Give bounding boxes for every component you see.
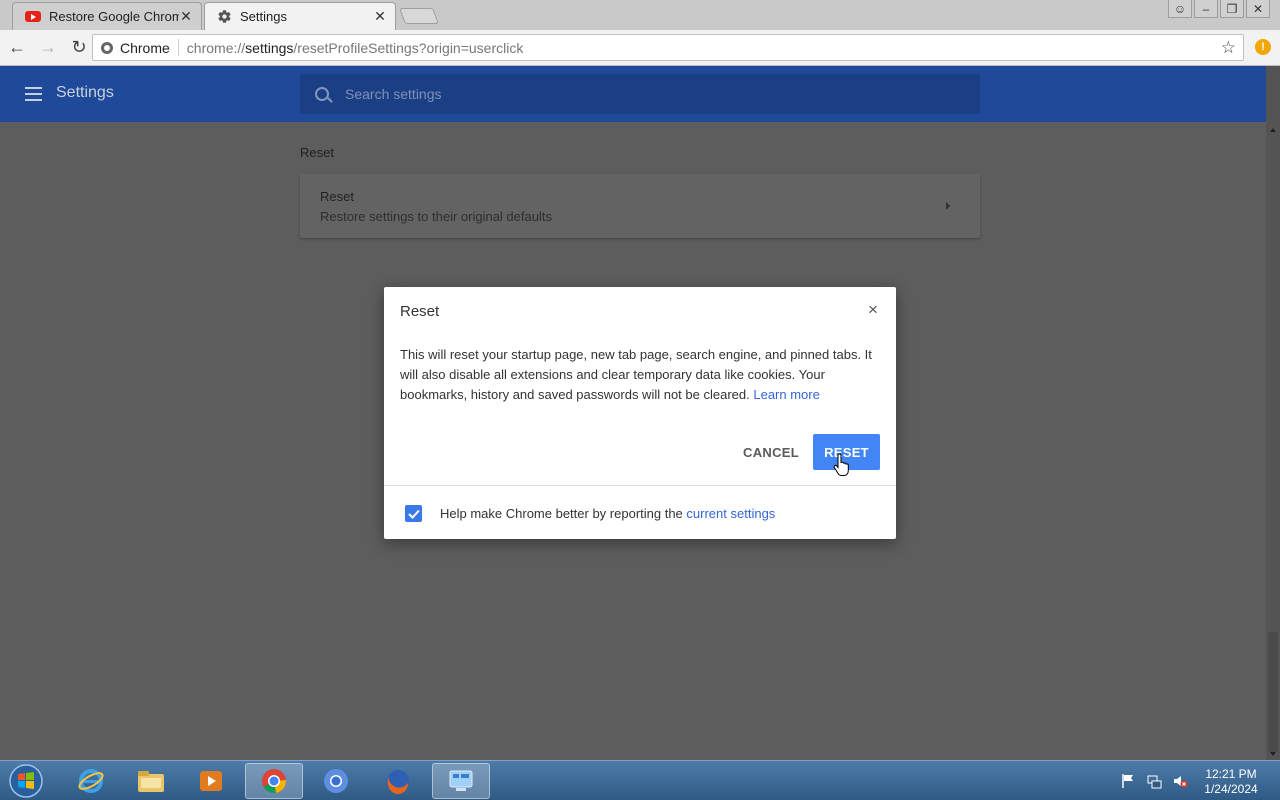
folder-icon [138,771,164,792]
taskbar-media-player[interactable] [182,763,240,799]
scroll-up-icon[interactable] [1270,128,1276,132]
address-bar[interactable]: Chrome chrome://settings/resetProfileSet… [92,34,1244,61]
window-controls: ☺ – ❐ ✕ [1168,0,1270,18]
internet-explorer-icon [78,769,104,793]
chromium-icon [324,769,348,793]
taskbar: 12:21 PM 1/24/2024 [0,760,1280,800]
chrome-page-icon [101,41,113,54]
minimize-icon[interactable]: – [1194,0,1218,18]
tab-settings[interactable]: Settings ✕ [204,2,396,30]
tab-title: Restore Google Chrome [49,9,179,24]
new-tab-button[interactable] [399,8,439,24]
settings-header: Settings [0,66,1266,122]
taskbar-internet-explorer[interactable] [62,763,120,799]
network-icon[interactable] [1146,773,1162,789]
flag-icon[interactable] [1120,773,1136,789]
taskbar-chromium[interactable] [307,763,365,799]
start-button[interactable] [6,763,46,799]
clock-time: 12:21 PM [1205,767,1257,781]
search-icon [315,87,329,101]
control-panel-icon [449,770,473,791]
search-input[interactable] [345,86,945,102]
menu-icon[interactable] [25,87,42,105]
reset-settings-row[interactable]: Reset Restore settings to their original… [300,174,980,238]
scroll-down-icon[interactable] [1270,752,1276,756]
dialog-title: Reset [400,303,440,320]
browser-toolbar: ← → ↻ Chrome chrome://settings/resetProf… [0,30,1280,66]
system-tray [1120,773,1188,789]
chevron-right-icon [946,202,950,210]
scrollbar-thumb[interactable] [1268,632,1278,752]
reload-icon[interactable]: ↻ [65,34,93,62]
close-icon[interactable]: × [864,301,882,319]
report-checkbox[interactable] [405,505,422,522]
youtube-icon [25,11,41,22]
reset-row-subtitle: Restore settings to their original defau… [320,209,552,224]
bookmark-star-icon[interactable]: ☆ [1221,38,1236,58]
media-player-icon [200,771,222,791]
dialog-body: This will reset your startup page, new t… [400,345,876,405]
page-title: Settings [56,84,114,101]
url-text[interactable]: chrome://settings/resetProfileSettings?o… [179,40,1221,56]
clock-date: 1/24/2024 [1204,782,1258,796]
firefox-icon [387,770,409,794]
reset-row-title: Reset [320,189,354,204]
current-settings-link[interactable]: current settings [686,506,775,521]
restore-icon[interactable]: ❐ [1220,0,1244,18]
taskbar-chrome[interactable] [245,763,303,799]
windows-logo-icon [9,764,43,798]
hand-cursor-icon [833,453,849,476]
scrollbar[interactable] [1266,66,1280,760]
section-heading: Reset [300,145,334,160]
taskbar-control-panel[interactable] [432,763,490,799]
search-box[interactable] [300,74,980,114]
cancel-button[interactable]: CANCEL [734,434,808,470]
learn-more-link[interactable]: Learn more [753,387,819,402]
tab-restore-google-chrome[interactable]: Restore Google Chrome ✕ [12,2,202,30]
security-chip[interactable]: Chrome [93,39,179,56]
chip-label: Chrome [120,39,170,56]
taskbar-file-explorer[interactable] [122,763,180,799]
taskbar-firefox[interactable] [369,763,427,799]
back-icon[interactable]: ← [3,34,31,62]
user-icon[interactable]: ☺ [1168,0,1192,18]
forward-icon[interactable]: → [34,34,62,62]
tab-title: Settings [240,9,287,24]
tab-strip: Restore Google Chrome ✕ Settings ✕ ☺ – ❐… [0,0,1280,30]
close-window-icon[interactable]: ✕ [1246,0,1270,18]
chrome-icon [262,769,287,793]
alert-icon[interactable]: ! [1255,39,1271,55]
report-label: Help make Chrome better by reporting the… [440,506,776,521]
checkmark-icon [407,509,420,519]
volume-muted-icon[interactable] [1172,773,1188,789]
gear-icon [218,10,231,23]
dialog-divider [384,485,896,486]
reset-dialog: Reset × This will reset your startup pag… [384,287,896,539]
close-tab-icon[interactable]: ✕ [179,8,193,25]
system-clock[interactable]: 12:21 PM 1/24/2024 [1196,767,1266,797]
close-tab-icon[interactable]: ✕ [373,8,387,25]
